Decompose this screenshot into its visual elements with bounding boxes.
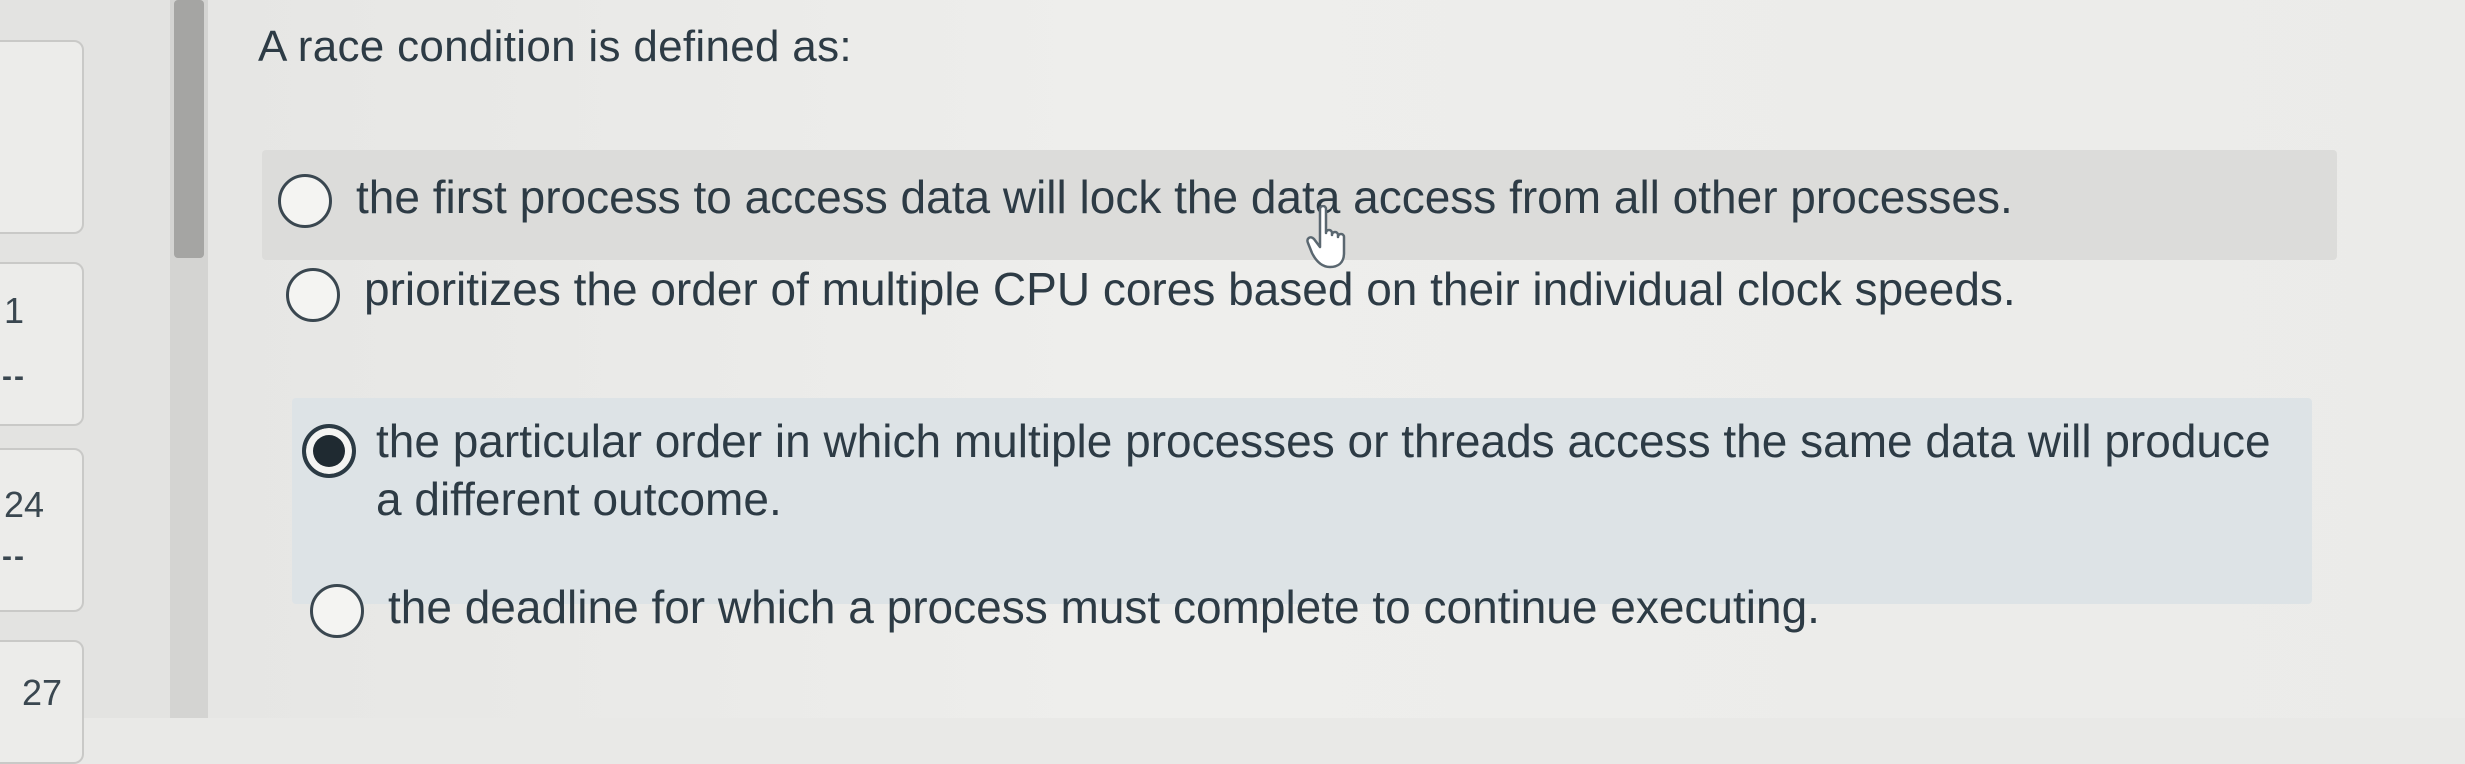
- hand-pointer-cursor-icon: [1306, 205, 1346, 269]
- question-number: 24: [4, 484, 45, 525]
- question-nav-item[interactable]: [0, 262, 84, 426]
- scrollbar-thumb[interactable]: [174, 0, 204, 258]
- question-status-dash: --: [2, 360, 26, 393]
- answer-option-1[interactable]: the first process to access data will lo…: [262, 150, 2337, 260]
- answer-text: the particular order in which multiple p…: [376, 415, 2271, 525]
- question-number: 27: [22, 672, 63, 713]
- question-text: A race condition is defined as:: [258, 22, 852, 71]
- answer-option-4[interactable]: the deadline for which a process must co…: [300, 578, 2300, 678]
- question-nav-item[interactable]: [0, 40, 84, 234]
- question-status-dash: --: [2, 540, 26, 573]
- question-number: 1: [4, 290, 25, 331]
- radio-button-icon[interactable]: [310, 584, 364, 638]
- radio-button-icon[interactable]: [286, 268, 340, 322]
- question-nav-item[interactable]: [0, 448, 84, 612]
- radio-button-icon[interactable]: [302, 424, 356, 478]
- answer-option-3[interactable]: the particular order in which multiple p…: [292, 398, 2312, 604]
- answer-text: the deadline for which a process must co…: [388, 581, 1820, 633]
- question-nav-sidebar: 1 -- 24 -- 27: [0, 0, 170, 764]
- radio-button-icon[interactable]: [278, 174, 332, 228]
- answer-text: prioritizes the order of multiple CPU co…: [364, 263, 2016, 315]
- answer-option-2[interactable]: prioritizes the order of multiple CPU co…: [262, 260, 2222, 390]
